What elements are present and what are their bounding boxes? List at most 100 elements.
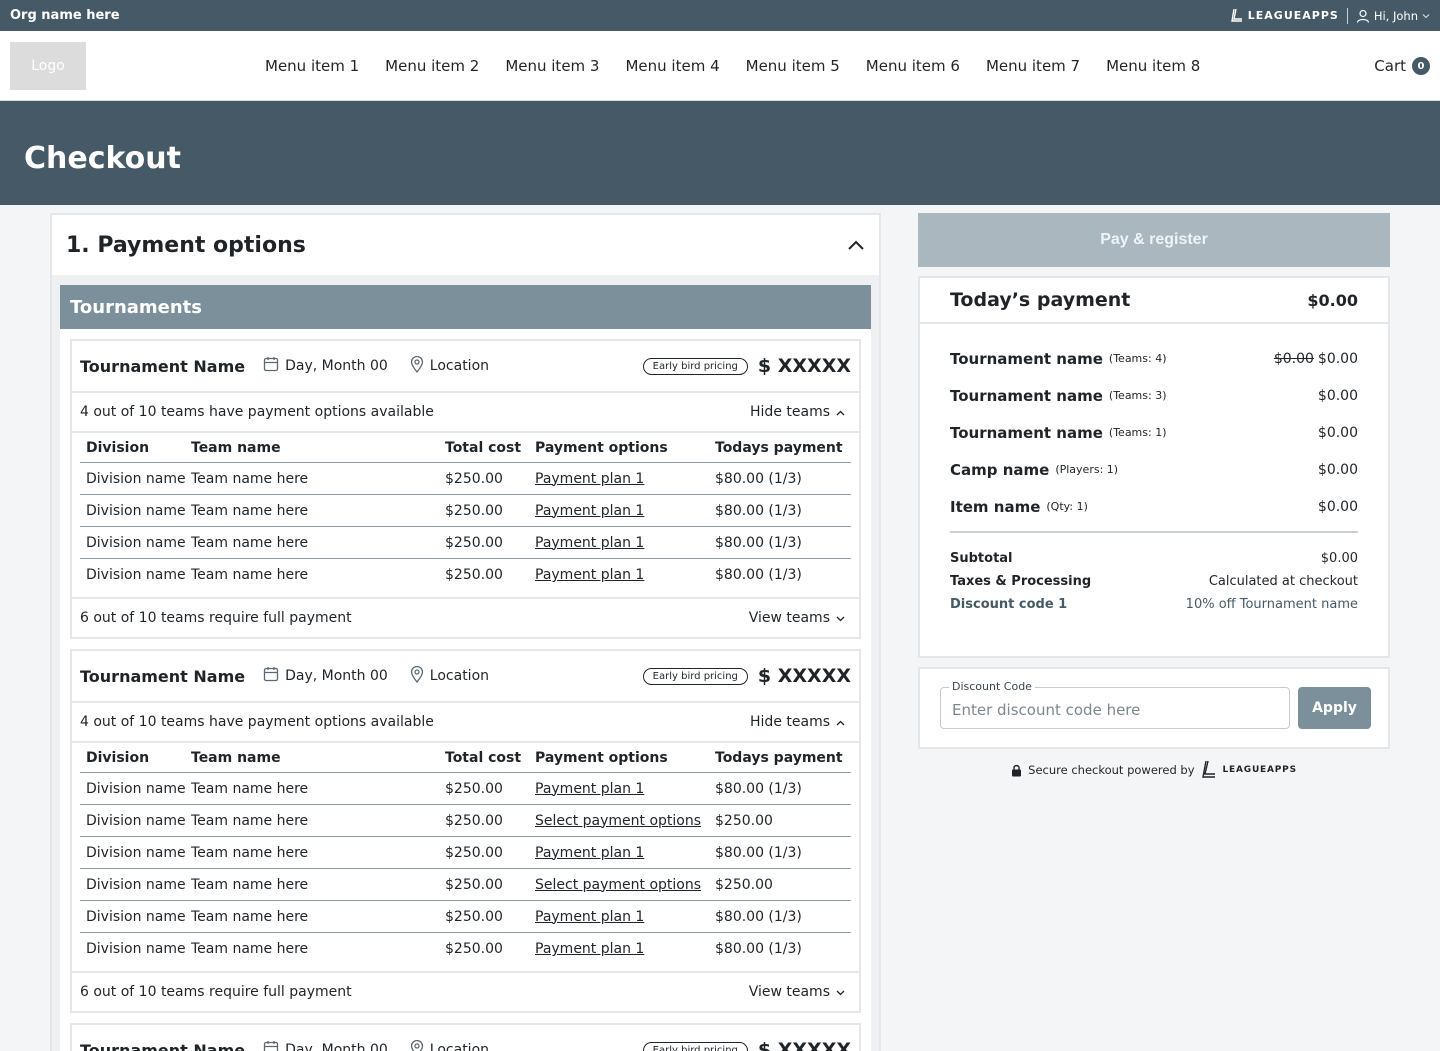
table-cell: Team name here [191, 470, 309, 487]
payment-option-link[interactable]: Payment plan 1 [535, 941, 715, 957]
tournament-header: Tournament Name Day, Month 00 Location Earl… [72, 1025, 859, 1051]
summary-line-item: Tournament name (Teams: 1) $0.00 [950, 414, 1358, 451]
chevron-down-icon [836, 610, 845, 626]
full-payment-text: 6 out of 10 teams require full payment [80, 984, 352, 1000]
tournament-price: $ XXXXX [757, 1039, 851, 1051]
tournaments-section-title: Tournaments [60, 285, 871, 329]
menu-item-3[interactable]: Menu item 3 [492, 57, 612, 75]
menu-item-6[interactable]: Menu item 6 [853, 57, 973, 75]
hide-teams-label: Hide teams [750, 714, 830, 730]
user-menu[interactable]: Hi, John [1356, 9, 1430, 23]
subtotal-value: $0.00 [1320, 550, 1358, 566]
item-quantity: (Qty: 1) [1046, 500, 1088, 513]
hide-teams-toggle[interactable]: Hide teams [750, 404, 851, 420]
summary-items: Tournament name (Teams: 4) $0.00 $0.00 Tourn… [920, 324, 1388, 616]
date-text: Day, Month 00 [285, 668, 388, 684]
table-cell: Division name [86, 908, 186, 925]
calendar-icon [263, 1040, 279, 1051]
menu-item-7[interactable]: Menu item 7 [973, 57, 1093, 75]
payment-option-link[interactable]: Select payment options [535, 813, 715, 829]
taxes-row: Taxes & Processing Calculated at checkou… [950, 570, 1358, 593]
payment-options-header[interactable]: 1. Payment options [52, 215, 879, 275]
logo[interactable]: Logo [10, 42, 86, 90]
summary-line-item: Camp name (Players: 1) $0.00 [950, 451, 1358, 488]
table-row: Division name Team name here $250.00 Paymen… [80, 463, 851, 495]
chevron-down-icon [1422, 13, 1430, 18]
payment-option-link[interactable]: Payment plan 1 [535, 845, 715, 861]
calendar-icon [263, 356, 279, 376]
location-pin-icon [410, 1039, 424, 1051]
chevron-down-icon [836, 984, 845, 1000]
full-payment-text: 6 out of 10 teams require full payment [80, 610, 352, 626]
tournament-price: $ XXXXX [757, 665, 851, 687]
tournament-name: Tournament Name [80, 356, 246, 376]
subtotal-row: Subtotal $0.00 [950, 547, 1358, 570]
payment-option-link[interactable]: Payment plan 1 [535, 909, 715, 925]
payment-options-heading: 1. Payment options [66, 232, 306, 258]
item-name: Tournament name [950, 386, 1103, 405]
table-cell: $250.00 [445, 812, 503, 829]
table-row: Division name Team name here $250.00 Paymen… [80, 901, 851, 933]
menu-item-8[interactable]: Menu item 8 [1093, 57, 1213, 75]
discount-code-input[interactable] [941, 688, 1289, 728]
hide-teams-toggle[interactable]: Hide teams [750, 714, 851, 730]
tournament-card: Tournament Name Day, Month 00 Location Earl… [70, 649, 861, 1013]
teams-table: Division Team name Total cost Payment optio… [72, 431, 859, 599]
item-name: Camp name [950, 460, 1050, 479]
tournament-location: Location [410, 355, 489, 377]
column-header: Payment options [535, 439, 668, 456]
date-text: Day, Month 00 [285, 358, 388, 374]
early-bird-badge: Early bird pricing [642, 357, 748, 375]
table-cell: Team name here [191, 534, 309, 551]
payment-options-available-row: 4 out of 10 teams have payment options a… [72, 703, 859, 741]
table-cell: $80.00 (1/3) [715, 908, 802, 925]
menu-item-2[interactable]: Menu item 2 [372, 57, 492, 75]
table-cell: $250.00 [445, 908, 503, 925]
table-row: Division name Team name here $250.00 Select… [80, 869, 851, 901]
cart-button[interactable]: Cart 0 [1374, 31, 1430, 101]
payment-option-link[interactable]: Payment plan 1 [535, 503, 715, 519]
payment-option-link[interactable]: Select payment options [535, 877, 715, 893]
item-quantity: (Teams: 4) [1108, 352, 1167, 365]
tournament-name: Tournament Name [80, 666, 246, 686]
item-name: Tournament name [950, 349, 1103, 368]
payment-option-link[interactable]: Payment plan 1 [535, 535, 715, 551]
tournament-card: Tournament Name Day, Month 00 Location Earl… [70, 1023, 861, 1051]
table-row: Division name Team name here $250.00 Paymen… [80, 527, 851, 559]
item-quantity: (Players: 1) [1055, 463, 1119, 476]
table-cell: Team name here [191, 780, 309, 797]
leagueapps-logo[interactable]: LEAGUEAPPS [1230, 8, 1339, 24]
page-header: Checkout [0, 101, 1440, 205]
order-summary: Today’s payment $0.00 Tournament name (Te… [918, 276, 1390, 658]
location-text: Location [429, 1042, 490, 1051]
table-cell: $250.00 [445, 567, 503, 583]
discount-code-box: Discount Code Apply [918, 667, 1390, 749]
column-header: Todays payment [715, 749, 843, 766]
payment-option-link[interactable]: Payment plan 1 [535, 471, 715, 487]
payment-option-link[interactable]: Payment plan 1 [535, 567, 715, 583]
chevron-up-icon[interactable] [847, 239, 865, 251]
item-price-wrap: $0.00 [1318, 388, 1358, 404]
menu-item-1[interactable]: Menu item 1 [252, 57, 372, 75]
item-name: Tournament name [950, 423, 1103, 442]
menu-item-5[interactable]: Menu item 5 [733, 57, 853, 75]
discount-code-value: 10% off Tournament name [1185, 596, 1358, 612]
table-cell: $250.00 [445, 780, 503, 797]
view-teams-toggle[interactable]: View teams [749, 610, 851, 626]
apply-discount-button[interactable]: Apply [1298, 687, 1371, 729]
payment-option-link[interactable]: Payment plan 1 [535, 781, 715, 797]
item-price-wrap: $0.00 $0.00 [1274, 351, 1358, 367]
tournament-price: $ XXXXX [757, 355, 851, 377]
menu-item-4[interactable]: Menu item 4 [612, 57, 732, 75]
table-cell: $250.00 [445, 941, 503, 957]
table-cell: $80.00 (1/3) [715, 780, 802, 797]
summary-header: Today’s payment $0.00 [920, 278, 1388, 324]
pay-register-button[interactable]: Pay & register [918, 213, 1390, 267]
table-header-row: Division Team name Total cost Payment optio… [80, 433, 851, 463]
view-teams-toggle[interactable]: View teams [749, 984, 851, 1000]
item-price-wrap: $0.00 [1318, 499, 1358, 515]
table-cell: Division name [86, 470, 186, 487]
table-cell: $250.00 [445, 876, 503, 893]
item-original-price: $0.00 [1273, 350, 1314, 367]
full-payment-row: 6 out of 10 teams require full payment Vi… [72, 973, 859, 1011]
